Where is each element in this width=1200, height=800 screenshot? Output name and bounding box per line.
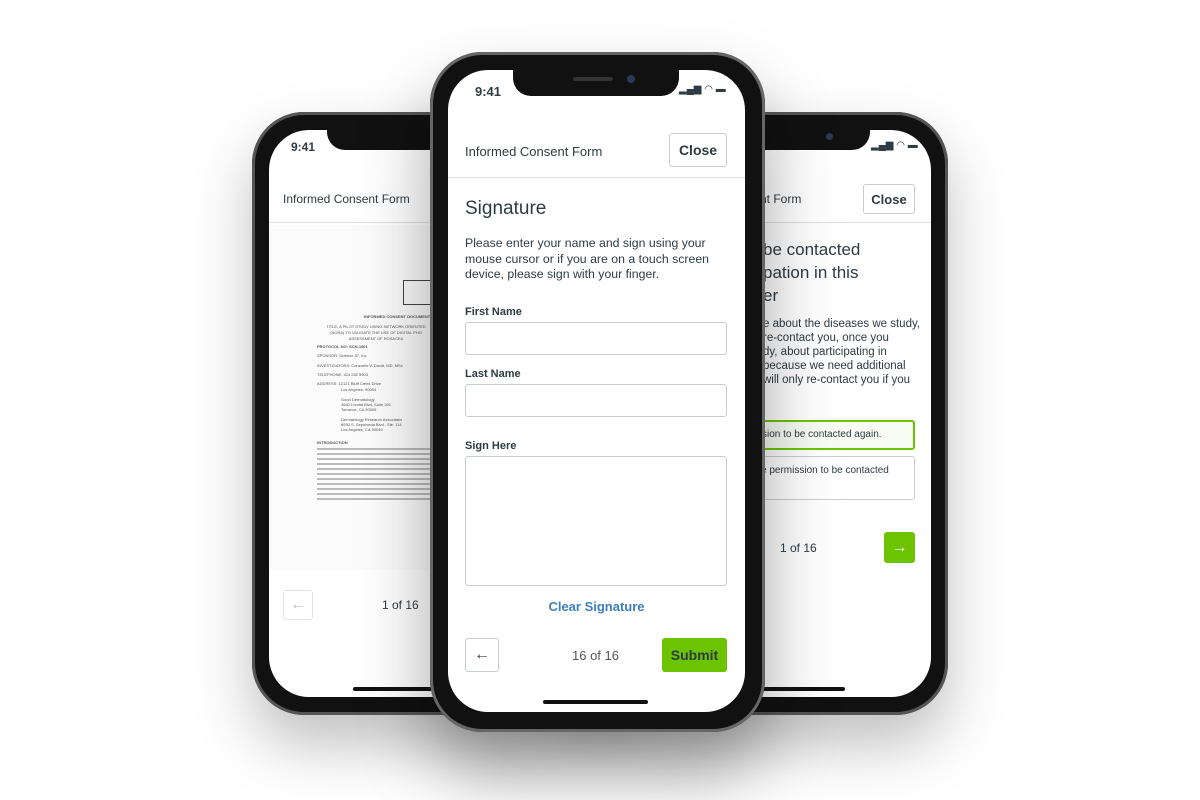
question-body: e about the diseases we study, [763,318,921,330]
pager: 1 of 16 [780,541,817,555]
question-body: will only re-contact you if you [763,374,911,386]
close-button[interactable]: Close [863,184,915,214]
question-body: because we need additional [763,360,906,372]
arrow-left-icon: ← [474,646,490,663]
document-study-title: TITLE: A PILOT STUDY USING NETWORK ORIEN… [326,324,426,341]
document-body-lines [317,448,437,503]
document-address: Torrance, CA 90505 [341,407,377,412]
first-name-label: First Name [465,306,522,318]
home-indicator [543,700,648,704]
submit-button[interactable]: Submit [662,638,727,672]
header-divider [448,177,745,178]
first-name-input[interactable] [465,322,727,355]
document-address: Los Angeles, 90094 [341,387,377,392]
header-title: Informed Consent Form [465,144,603,159]
sign-here-label: Sign Here [465,440,517,452]
question-body: re-contact you, once you [763,332,889,344]
arrow-right-icon: → [891,538,908,556]
close-button[interactable]: Close [669,133,727,167]
document-title: INFORMED CONSENT DOCUMENT [364,314,431,319]
camera [627,75,635,83]
back-button[interactable]: ← [465,638,499,672]
arrow-left-icon: ← [290,596,306,613]
document-sponsor: SPONSOR: Science 37, Inc [317,353,367,358]
instructions: mouse cursor or if you are on a touch sc… [465,252,710,266]
question-heading: be contacted [763,240,861,259]
center-notch [513,70,679,96]
question-heading: er [763,286,779,305]
document-protocol: PROTOCOL NO: SCN-1801 [317,344,368,349]
wifi-battery-icons: ▂▄▆ ◠ ▬ [871,140,918,151]
speaker [573,77,613,81]
header-title: Informed Consent Form [283,192,410,206]
signal-wifi-battery-icons: ▂▄▆ ◠ ▬ [679,84,726,95]
option-yes-label: sion to be contacted again. [762,429,882,440]
pager: 1 of 16 [382,598,419,612]
question-body: dy, about participating in [763,346,887,358]
document-address: Los Angeles, CA 90045 [341,427,383,432]
header-title: nt Form [760,192,802,206]
status-time: 9:41 [291,140,316,154]
last-name-input[interactable] [465,384,727,417]
center-phone-screen: 9:41 ▂▄▆ ◠ ▬ Informed Consent Form Close… [448,70,745,712]
option-no-label: e permission to be contacted [761,465,889,476]
page-heading: Signature [465,198,547,219]
status-time: 9:41 [475,84,502,99]
pager: 16 of 16 [572,648,619,663]
instructions: device, please sign with your finger. [465,267,660,281]
signature-pad[interactable] [465,456,727,586]
document-investigators: INVESTIGATORS: Consuelo V. David, MD, MS… [317,363,403,368]
camera [826,133,833,140]
back-button[interactable]: ← [283,590,313,620]
last-name-label: Last Name [465,368,521,380]
question-heading: pation in this [763,263,859,282]
document-intro-heading: INTRODUCTION [317,440,348,445]
next-button[interactable]: → [884,532,915,563]
clear-signature-link[interactable]: Clear Signature [448,599,745,614]
instructions: Please enter your name and sign using yo… [465,236,706,250]
document-telephone: TELEPHONE: 424 282 5903 [317,372,368,377]
